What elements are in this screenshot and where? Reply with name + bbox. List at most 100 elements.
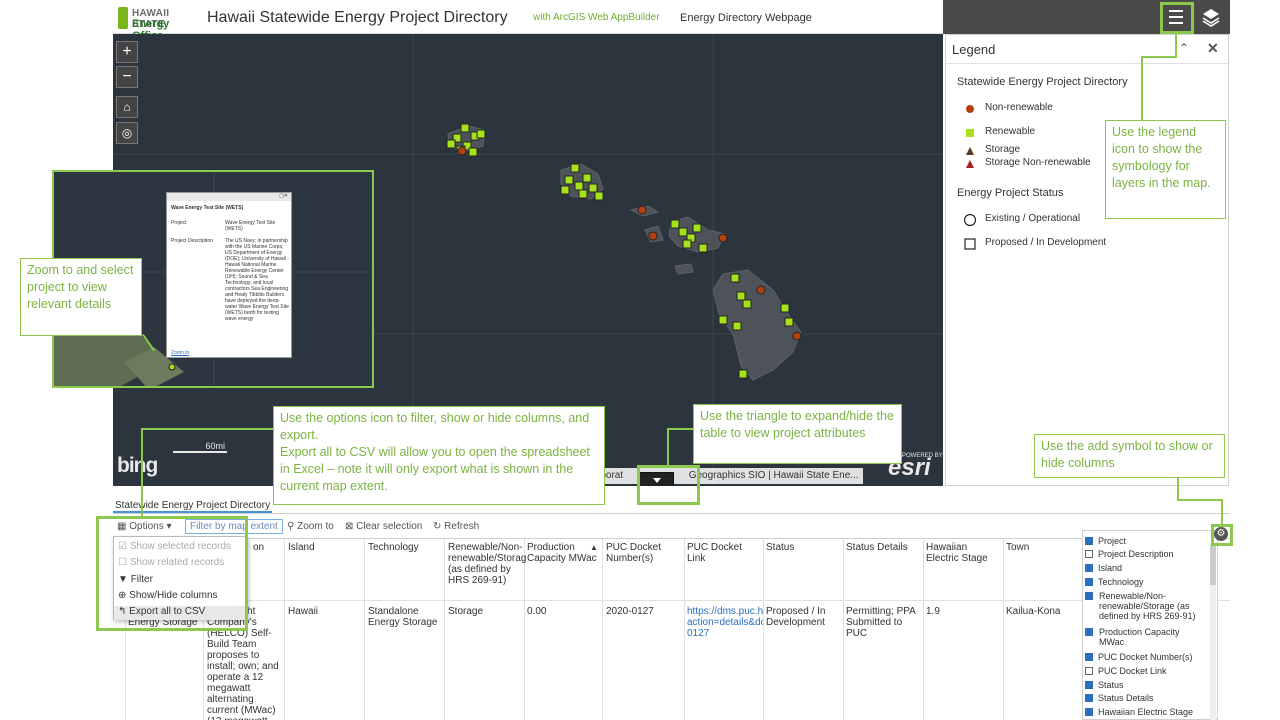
column-option-label: Project: [1098, 536, 1127, 546]
app-header: HAWAII STATE Energy Office Hawaii Statew…: [113, 0, 943, 42]
col-header-project[interactable]: on: [253, 542, 264, 553]
checkbox-icon[interactable]: [1085, 694, 1093, 702]
checkbox-icon[interactable]: [1085, 564, 1093, 572]
islands: [447, 125, 802, 381]
layers-icon[interactable]: [1200, 6, 1222, 28]
column-option-label: PUC Docket Link: [1098, 666, 1167, 676]
popup-zoom-link[interactable]: Zoom to: [171, 350, 189, 356]
col-header-technology[interactable]: Technology: [368, 542, 419, 553]
zoom-to-label: Zoom to: [297, 521, 334, 532]
app-subtitle: with ArcGIS Web AppBuilder: [533, 12, 660, 23]
col-header-he-stage[interactable]: Hawaiian Electric Stage: [926, 542, 1000, 564]
home-icon[interactable]: ⌂: [116, 96, 138, 118]
callout-zoom-select: Zoom to and select project to view relev…: [20, 258, 142, 336]
column-option-label: Project Description: [1098, 549, 1174, 559]
column-option-label: Status: [1098, 680, 1124, 690]
col-header-docket[interactable]: PUC Docket Number(s): [606, 542, 680, 564]
cell-status: Proposed / In Development: [766, 606, 826, 628]
popup-key-description: Project Description: [171, 238, 213, 244]
legend-section-projects: Statewide Energy Project Directory: [957, 76, 1128, 88]
refresh-button[interactable]: ↻ Refresh: [433, 521, 479, 532]
refresh-label: Refresh: [444, 521, 480, 532]
map-attribution: rporat Geographics SIO | Hawaii State En…: [593, 468, 863, 484]
column-chooser-scrollbar[interactable]: [1210, 545, 1216, 720]
legend-label: Renewable: [985, 126, 1036, 137]
popup-key-project: Project: [171, 220, 187, 226]
legend-label: Non-renewable: [985, 102, 1053, 113]
checkbox-icon[interactable]: [1085, 681, 1093, 689]
clear-selection-button[interactable]: ⊠ Clear selection: [345, 521, 422, 532]
hawaii-energy-logo: HAWAII STATE Energy Office: [118, 5, 198, 42]
column-option-label: Island: [1098, 563, 1123, 573]
column-option-island[interactable]: Island: [1085, 563, 1122, 573]
checkbox-icon[interactable]: [1085, 628, 1093, 636]
checkbox-icon[interactable]: [1085, 550, 1093, 558]
col-header-status[interactable]: Status: [766, 542, 794, 553]
energy-directory-link[interactable]: Energy Directory Webpage: [680, 12, 812, 24]
checkbox-icon[interactable]: [1085, 667, 1093, 675]
locate-icon[interactable]: ◎: [116, 122, 138, 144]
column-chooser: Project Project Description Island Techn…: [1082, 530, 1218, 720]
highlight-legend-icon: [1160, 2, 1194, 34]
column-option-technology[interactable]: Technology: [1085, 577, 1144, 587]
connector: [141, 428, 143, 518]
circle-marker-icon: [966, 105, 974, 113]
zoom-to-button[interactable]: ⚲ Zoom to: [287, 521, 334, 532]
column-option-renewable[interactable]: Renewable/Non-renewable/Storage (as defi…: [1085, 591, 1203, 621]
column-option-label: Status Details: [1098, 693, 1154, 703]
legend-label: Proposed / In Development: [985, 237, 1107, 248]
col-header-town[interactable]: Town: [1006, 542, 1029, 553]
checkbox-icon[interactable]: [1085, 653, 1093, 661]
connector: [1177, 478, 1179, 500]
column-option-he-stage[interactable]: Hawaiian Electric Stage: [1085, 707, 1193, 717]
callout-triangle: Use the triangle to expand/hide the tabl…: [693, 404, 902, 464]
legend-panel: Legend ⌃ ✕ Statewide Energy Project Dire…: [945, 34, 1229, 486]
column-option-status-details[interactable]: Status Details: [1085, 693, 1154, 703]
column-option-capacity[interactable]: Production Capacity MWac: [1085, 627, 1203, 647]
col-header-docket-link[interactable]: PUC Docket Link: [687, 542, 763, 564]
cell-technology: Standalone Energy Storage: [368, 606, 438, 628]
popup-title: Wave Energy Test Site (WETS): [171, 205, 244, 211]
sort-asc-icon: ▲: [590, 543, 598, 552]
popup-val-description: The US Navy; in partnership with the US …: [225, 238, 289, 322]
connector: [1141, 56, 1177, 58]
checkbox-icon[interactable]: [1085, 592, 1093, 600]
connector: [1141, 56, 1143, 120]
column-option-project[interactable]: Project: [1085, 536, 1126, 546]
checkbox-icon[interactable]: [1085, 537, 1093, 545]
checkbox-icon[interactable]: [1085, 708, 1093, 716]
col-header-status-details[interactable]: Status Details: [846, 542, 922, 553]
col-header-capacity[interactable]: Production Capacity MWac: [527, 542, 599, 564]
column-option-label: Technology: [1098, 577, 1144, 587]
column-option-label: Renewable/Non-renewable/Storage (as defi…: [1099, 591, 1196, 621]
highlight-options-menu: [96, 516, 248, 631]
triangle-marker-icon: [966, 160, 974, 168]
col-header-renewable[interactable]: Renewable/Non-renewable/Storag (as defin…: [448, 542, 526, 586]
column-option-label: PUC Docket Number(s): [1098, 652, 1193, 662]
cell-capacity: 0.00: [527, 606, 547, 617]
cell-renewable: Storage: [448, 606, 484, 617]
highlight-table-toggle: [637, 465, 700, 505]
zoom-out-button[interactable]: −: [116, 66, 138, 88]
bing-logo: bing: [117, 454, 158, 477]
collapse-icon[interactable]: ⌃: [1179, 41, 1189, 55]
connector: [1221, 499, 1223, 525]
zoom-in-button[interactable]: +: [116, 41, 138, 63]
callout-options: Use the options icon to filter, show or …: [273, 406, 605, 505]
cell-he-stage: 1.9: [926, 606, 940, 617]
legend-title: Legend: [952, 42, 996, 57]
column-option-status[interactable]: Status: [1085, 680, 1124, 690]
legend-section-status: Energy Project Status: [957, 187, 1064, 199]
tab-energy-directory[interactable]: Statewide Energy Project Directory: [113, 500, 273, 513]
column-option-docket[interactable]: PUC Docket Number(s): [1085, 652, 1193, 662]
cell-docket-link[interactable]: https://dms.puc.h action=details&do 0127: [687, 606, 763, 639]
cell-status-details: Permitting; PPA Submitted to PUC: [846, 606, 916, 639]
column-option-docket-link[interactable]: PUC Docket Link: [1085, 666, 1167, 676]
popup-close-icon[interactable]: ▢✕: [279, 193, 288, 199]
column-option-description[interactable]: Project Description: [1085, 549, 1174, 559]
table-toolbar: ▦ Options ▾ Filter by map extent ⚲ Zoom …: [113, 516, 1230, 538]
checkbox-icon[interactable]: [1085, 578, 1093, 586]
col-header-island[interactable]: Island: [288, 542, 315, 553]
close-icon[interactable]: ✕: [1207, 40, 1219, 57]
legend-header: Legend ⌃ ✕: [946, 35, 1228, 64]
